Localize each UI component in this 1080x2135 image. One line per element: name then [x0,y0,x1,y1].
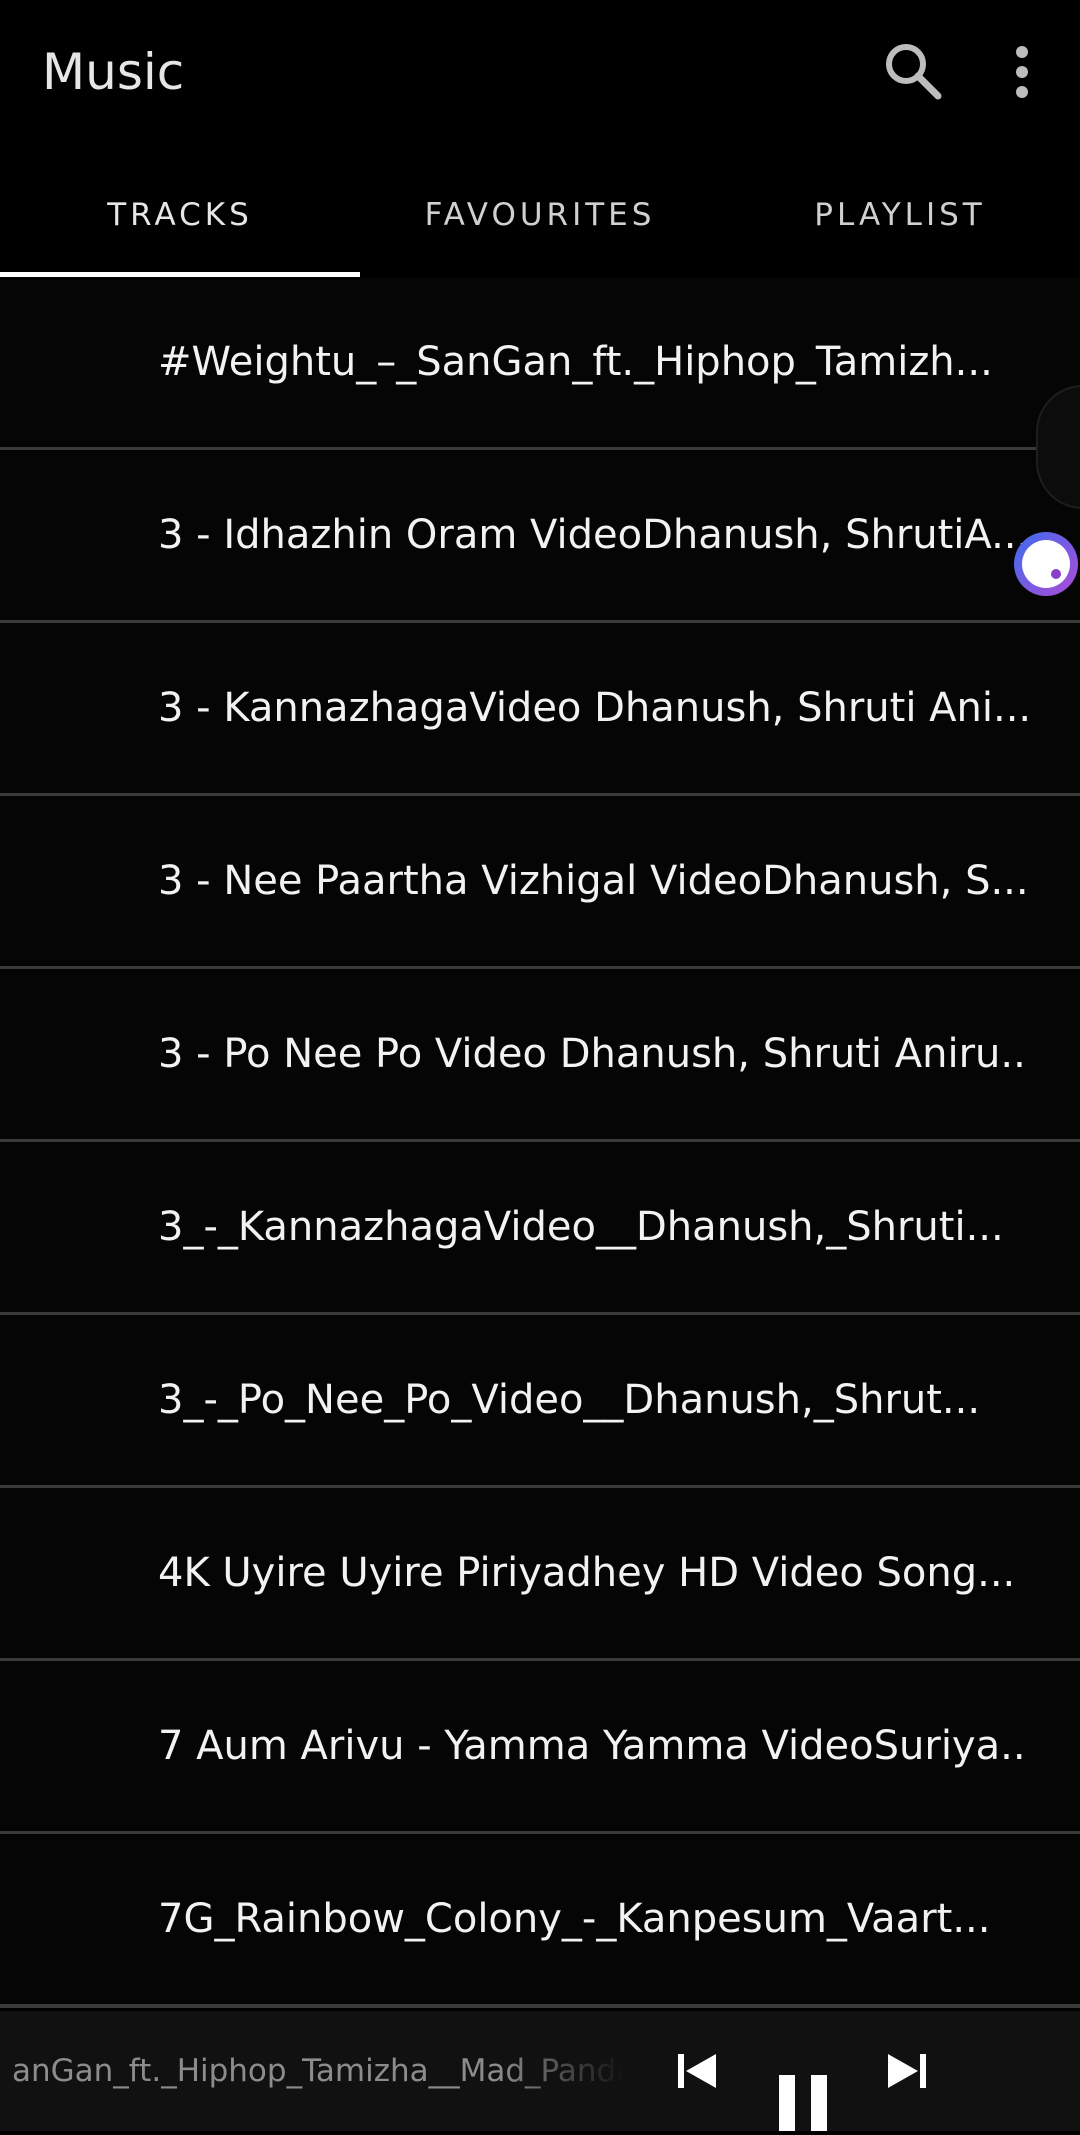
tab-tracks[interactable]: TRACKS [0,150,360,280]
pause-icon [779,2075,827,2131]
track-title: 7G_Rainbow_Colony_-_Kanpesum_Vaart... [158,1896,991,1942]
track-title: 3 - Idhazhin Oram VideoDhanush, ShrutiA.… [158,512,1028,558]
track-item[interactable]: 7 Aum Arivu - Yamma Yamma VideoSuriya... [0,1661,1080,1835]
track-title: #Weightu_–_SanGan_ft._Hiphop_Tamizh... [158,339,993,385]
track-item[interactable]: #Weightu_–_SanGan_ft._Hiphop_Tamizh... [0,277,1080,451]
pause-button[interactable] [775,2071,835,2131]
track-item[interactable]: 3 - Nee Paartha Vizhigal VideoDhanush, S… [0,796,1080,970]
track-title: 3_-_Po_Nee_Po_Video__Dhanush,_Shrut... [158,1377,981,1423]
track-title: 3 - Po Nee Po Video Dhanush, Shruti Anir… [158,1031,1028,1077]
track-item[interactable]: 3 - KannazhagaVideo Dhanush, Shruti Ani.… [0,623,1080,797]
track-item[interactable]: 3_-_KannazhagaVideo__Dhanush,_Shruti... [0,1142,1080,1316]
tab-playlist[interactable]: PLAYLIST [720,150,1080,280]
more-options-button[interactable] [1000,38,1044,104]
app-bar: Music [0,0,1080,150]
search-button[interactable] [880,38,946,104]
next-track-button[interactable] [882,2046,932,2096]
now-playing-text: anGan_ft._Hiphop_Tamizha__Mad_Panda [12,2053,625,2089]
more-vertical-icon [1016,46,1028,98]
track-title: 7 Aum Arivu - Yamma Yamma VideoSuriya... [158,1723,1028,1769]
tab-favourites[interactable]: FAVOURITES [360,150,720,280]
track-item[interactable]: 4K Uyire Uyire Piriyadhey HD Video Song.… [0,1488,1080,1662]
track-item[interactable]: 3 - Po Nee Po Video Dhanush, Shruti Anir… [0,969,1080,1143]
search-icon [886,44,942,100]
track-title: 3 - Nee Paartha Vizhigal VideoDhanush, S… [158,858,1028,904]
track-item[interactable]: 7G_Rainbow_Colony_-_Kanpesum_Vaart... [0,1834,1080,2008]
skip-previous-icon [678,2054,716,2088]
app-title: Music [42,43,185,101]
track-list[interactable]: #Weightu_–_SanGan_ft._Hiphop_Tamizh... 3… [0,277,1080,2011]
floating-assistant-bubble[interactable] [1012,530,1080,598]
skip-next-icon [888,2054,926,2088]
track-title: 4K Uyire Uyire Piriyadhey HD Video Song.… [158,1550,1016,1596]
now-playing-title[interactable]: anGan_ft._Hiphop_Tamizha__Mad_Panda [0,2011,625,2131]
track-item[interactable]: 3_-_Po_Nee_Po_Video__Dhanush,_Shrut... [0,1315,1080,1489]
track-title: 3_-_KannazhagaVideo__Dhanush,_Shruti... [158,1204,1004,1250]
track-title: 3 - KannazhagaVideo Dhanush, Shruti Ani.… [158,685,1028,731]
mini-player[interactable]: anGan_ft._Hiphop_Tamizha__Mad_Panda [0,2011,1080,2131]
previous-track-button[interactable] [672,2046,722,2096]
tab-bar: TRACKS FAVOURITES PLAYLIST [0,150,1080,280]
track-item[interactable]: 3 - Idhazhin Oram VideoDhanush, ShrutiA.… [0,450,1080,624]
assistant-bubble-icon [1014,532,1078,596]
